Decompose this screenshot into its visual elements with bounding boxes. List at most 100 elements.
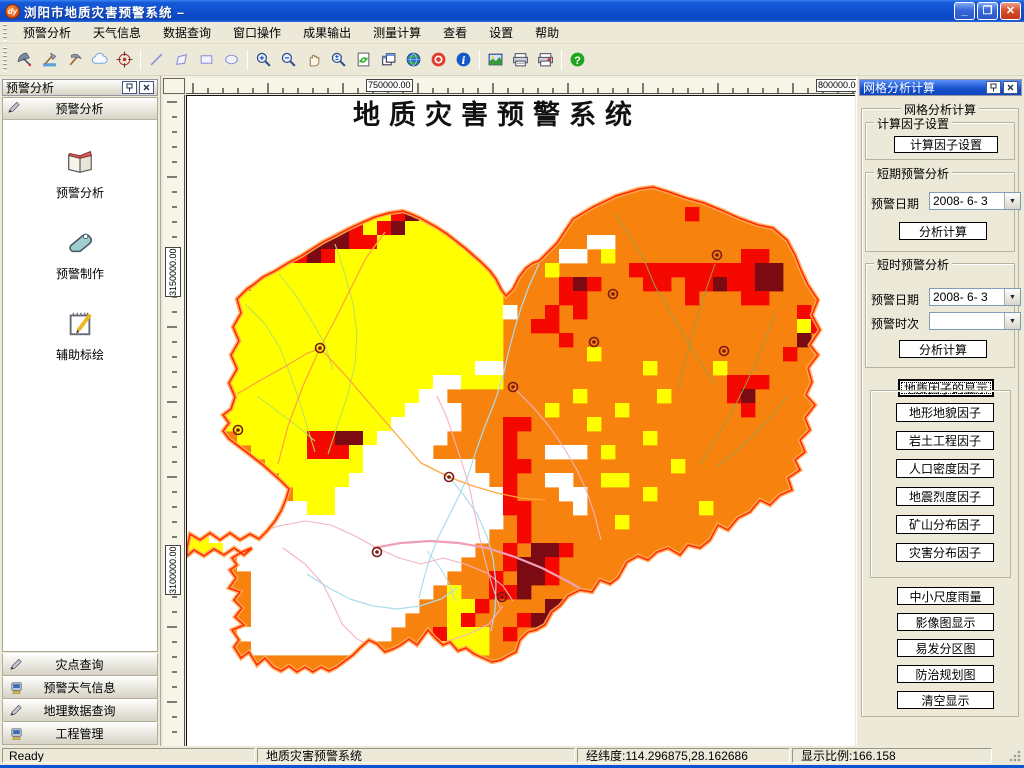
close-icon[interactable] [139,81,154,94]
extra-button-1[interactable]: 影像图显示 [897,613,994,631]
menu-item-7[interactable]: 设置 [478,22,524,44]
print-toolbar-button[interactable] [508,48,533,72]
left-panel-header[interactable]: 预警分析 [3,98,157,120]
pan [309,54,320,67]
extra-button-0[interactable]: 中小尺度雨量 [897,587,994,605]
bottom-bar-label: 地理数据查询 [43,704,116,718]
factor-button-4[interactable]: 矿山分布因子 [896,515,994,534]
toolbar-separator [479,49,480,70]
bottom-bar-地理数据查询[interactable]: 地理数据查询 [2,699,158,722]
short-term-date-combobox[interactable]: 2008- 6- 3 ▼ [929,192,1021,210]
image [488,53,503,66]
print-setup-toolbar-button[interactable] [533,48,558,72]
dish-toolbar-button[interactable] [12,48,37,72]
factor-button-2[interactable]: 人口密度因子 [896,459,994,478]
short-time-date-label: 预警日期 [871,293,920,307]
print-setup [538,53,553,67]
chevron-down-icon[interactable]: ▼ [1004,193,1020,209]
menu-item-1[interactable]: 天气信息 [82,22,152,44]
bottom-bar-灾点查询[interactable]: 灾点查询 [2,653,158,676]
extra-button-2[interactable]: 易发分区图 [897,639,994,657]
resize-grip[interactable] [1008,748,1022,763]
short-time-analyze-button[interactable]: 分析计算 [899,340,987,358]
bottom-bar-label: 工程管理 [55,727,104,741]
factor-button-3[interactable]: 地震烈度因子 [896,487,994,506]
zoom-out-toolbar-button[interactable] [276,48,301,72]
pick-toolbar-button[interactable] [62,48,87,72]
bottom-bar-预警天气信息[interactable]: 预警天气信息 [2,676,158,699]
extra-button-3[interactable]: 防治规划图 [897,665,994,683]
short-term-legend: 短期预警分析 [874,165,953,182]
menu-item-0[interactable]: 预警分析 [12,22,82,44]
restore-button[interactable]: ❐ [977,2,998,20]
short-time-hour-label: 预警时次 [871,317,920,331]
sidebar-item-辅助标绘[interactable]: 辅助标绘 [3,308,157,363]
menu-item-4[interactable]: 成果输出 [292,22,362,44]
sidebar-item-预警分析[interactable]: 预警分析 [3,146,157,201]
brush-icon [7,100,22,118]
image-toolbar-button[interactable] [483,48,508,72]
cloud-toolbar-button[interactable] [87,48,112,72]
cascade [382,53,396,66]
pin-icon[interactable] [122,81,137,94]
notepad-icon [69,312,92,336]
help-toolbar-button[interactable]: ? [565,48,590,72]
short-time-hour-combobox[interactable]: ▼ [929,312,1021,330]
rectangle-toolbar-button[interactable] [194,48,219,72]
factor-button-0[interactable]: 地形地貌因子 [896,403,994,422]
menu-item-5[interactable]: 测量计算 [362,22,432,44]
cascade-toolbar-button[interactable] [376,48,401,72]
menu-item-3[interactable]: 窗口操作 [222,22,292,44]
factor-button-1[interactable]: 岩土工程因子 [896,431,994,450]
sidebar-item-预警制作[interactable]: 预警制作 [3,227,157,282]
toolbar-grip[interactable] [3,47,7,72]
stop [431,52,446,67]
brush-icon [10,658,22,670]
v-ruler-label: 3100000.00 [165,545,181,595]
locate-toolbar-button[interactable] [112,48,137,72]
globe-toolbar-button[interactable] [401,48,426,72]
pin-icon[interactable] [986,81,1001,94]
info-toolbar-button[interactable]: i [451,48,476,72]
zoom-in-toolbar-button[interactable] [251,48,276,72]
svg-text:?: ? [574,55,581,67]
short-term-analyze-button[interactable]: 分析计算 [899,222,987,240]
status-bar: Ready 地质灾害预警系统 经纬度:114.296875,28.162686 … [0,746,1024,765]
right-panel: 网格分析计算 网格分析计算 计算因子设置 计算因子设置 短期预警分析 预警日期 … [856,76,1024,746]
factor-button-5[interactable]: 灾害分布因子 [896,543,994,562]
minimize-button[interactable]: _ [954,2,975,20]
close-icon[interactable] [1003,81,1018,94]
axe-toolbar-button[interactable] [37,48,62,72]
refresh-toolbar-button[interactable] [351,48,376,72]
line-toolbar-button[interactable] [144,48,169,72]
status-coordinates: 经纬度:114.296875,28.162686 [577,748,790,763]
ellipse [225,54,238,65]
pan-toolbar-button[interactable] [301,48,326,72]
device-icon [11,682,22,694]
chevron-down-icon[interactable]: ▼ [1004,289,1020,305]
zoom-select-toolbar-button[interactable] [326,48,351,72]
toolbar-separator [247,49,248,70]
short-time-date-combobox[interactable]: 2008- 6- 3 ▼ [929,288,1021,306]
zoom-select [331,52,346,67]
zoom-out [281,52,296,67]
extra-button-4[interactable]: 清空显示 [897,691,994,709]
menu-grip[interactable] [3,24,7,41]
bottom-bar-工程管理[interactable]: 工程管理 [2,722,158,745]
close-button[interactable]: ✕ [1000,2,1021,20]
short-term-group: 短期预警分析 [865,165,1015,252]
hazard-map[interactable]: 地质灾害预警系统 [184,96,856,747]
map-canvas[interactable]: 地质灾害预警系统 [184,95,856,747]
chevron-down-icon[interactable]: ▼ [1004,313,1020,329]
menu-item-8[interactable]: 帮助 [524,22,570,44]
menu-item-2[interactable]: 数据查询 [152,22,222,44]
ellipse-toolbar-button[interactable] [219,48,244,72]
menu-item-6[interactable]: 查看 [432,22,478,44]
rectangle [200,55,213,64]
polygon-toolbar-button[interactable] [169,48,194,72]
help: ? [570,52,585,67]
status-system-name: 地质灾害预警系统 [257,748,575,763]
factor-setting-button[interactable]: 计算因子设置 [894,136,998,153]
stop-toolbar-button[interactable] [426,48,451,72]
short-term-date-value: 2008- 6- 3 [933,194,988,208]
